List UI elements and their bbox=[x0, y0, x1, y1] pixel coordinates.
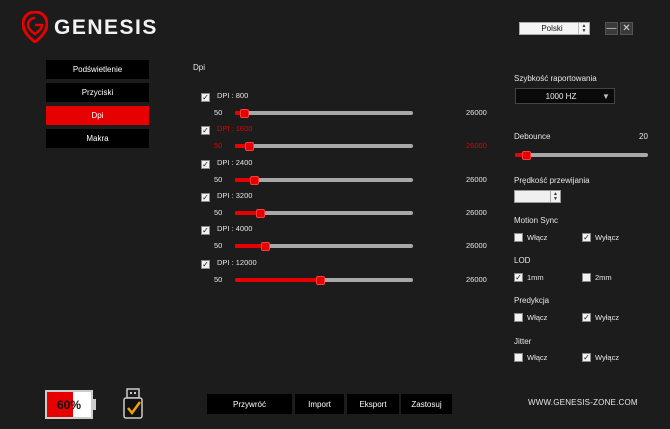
dpi-max-value: 26000 bbox=[466, 208, 487, 217]
dpi-slider-thumb[interactable] bbox=[250, 176, 259, 185]
battery-tip bbox=[93, 399, 96, 410]
report-rate-value: 1000 HZ bbox=[545, 91, 577, 101]
jitter-option-on[interactable]: Włącz bbox=[514, 353, 547, 362]
motion-sync-option-off[interactable]: ✓ Wyłącz bbox=[582, 233, 619, 242]
spin-arrows-icon[interactable]: ▲ ▼ bbox=[550, 191, 560, 202]
nav-item-dpi[interactable]: Dpi bbox=[46, 106, 149, 125]
dpi-slider-thumb[interactable] bbox=[261, 242, 270, 251]
dpi-slider-thumb[interactable] bbox=[240, 109, 249, 118]
checkbox[interactable]: ✓ bbox=[582, 233, 591, 242]
checkbox[interactable]: ✓ bbox=[582, 313, 591, 322]
dpi-min-value: 50 bbox=[214, 208, 223, 217]
import-button[interactable]: Import bbox=[295, 394, 344, 414]
dpi-min-value: 50 bbox=[214, 241, 223, 250]
dpi-min-value: 50 bbox=[214, 108, 223, 117]
motion-sync-option-on[interactable]: Włącz bbox=[514, 233, 547, 242]
dpi-max-value: 26000 bbox=[466, 175, 487, 184]
option-label: Włącz bbox=[527, 313, 548, 322]
dpi-checkbox[interactable]: ✓ bbox=[201, 260, 210, 269]
checkbox[interactable] bbox=[514, 233, 523, 242]
close-button[interactable]: ✕ bbox=[620, 22, 633, 35]
motion-sync-label: Motion Sync bbox=[514, 216, 559, 225]
dpi-label: DPI : 12000 bbox=[217, 258, 257, 267]
export-button[interactable]: Eksport bbox=[347, 394, 399, 414]
dpi-label: DPI : 1600 bbox=[217, 124, 253, 133]
dpi-checkbox[interactable]: ✓ bbox=[201, 226, 210, 235]
checkbox[interactable] bbox=[514, 353, 523, 362]
dpi-max-value: 26000 bbox=[466, 108, 487, 117]
nav-item-buttons[interactable]: Przyciski bbox=[46, 83, 149, 102]
dpi-slider-track[interactable] bbox=[235, 178, 413, 182]
dpi-label: DPI : 800 bbox=[217, 91, 249, 100]
dpi-min-value: 50 bbox=[214, 175, 223, 184]
prediction-option-off[interactable]: ✓ Wyłącz bbox=[582, 313, 619, 322]
minimize-button[interactable]: — bbox=[605, 22, 618, 35]
dpi-slider-fill bbox=[235, 178, 251, 182]
prediction-label: Predykcja bbox=[514, 296, 550, 305]
report-rate-label: Szybkość raportowania bbox=[514, 74, 597, 83]
dpi-label: DPI : 4000 bbox=[217, 224, 253, 233]
brand-name: GENESIS bbox=[54, 16, 158, 39]
dpi-max-value: 26000 bbox=[466, 141, 487, 150]
lod-option-2mm[interactable]: 2mm bbox=[582, 273, 612, 282]
jitter-option-off[interactable]: ✓ Wyłącz bbox=[582, 353, 619, 362]
report-rate-dropdown[interactable]: 1000 HZ ▼ bbox=[515, 88, 615, 104]
genesis-logo-icon bbox=[22, 11, 48, 43]
apply-button[interactable]: Zastosuj bbox=[401, 394, 452, 414]
debounce-slider-thumb[interactable] bbox=[522, 151, 531, 160]
debounce-slider-track[interactable] bbox=[515, 153, 648, 157]
option-label: 2mm bbox=[595, 273, 612, 282]
battery-percentage: 60% bbox=[56, 398, 82, 412]
nav-item-macros[interactable]: Makra bbox=[46, 129, 149, 148]
checkbox[interactable]: ✓ bbox=[514, 273, 523, 282]
dpi-slider-track[interactable] bbox=[235, 144, 413, 148]
dpi-slider-thumb[interactable] bbox=[245, 142, 254, 151]
option-label: 1mm bbox=[527, 273, 544, 282]
language-select[interactable]: Polski ▲ ▼ bbox=[519, 22, 590, 35]
checkbox[interactable] bbox=[582, 273, 591, 282]
dpi-label: DPI : 2400 bbox=[217, 158, 253, 167]
dpi-checkbox[interactable]: ✓ bbox=[201, 193, 210, 202]
dpi-slider-track[interactable] bbox=[235, 111, 413, 115]
option-label: Wyłącz bbox=[595, 353, 620, 362]
dpi-min-value: 50 bbox=[214, 275, 223, 284]
option-label: Wyłącz bbox=[595, 233, 620, 242]
language-value: Polski bbox=[541, 24, 563, 33]
restore-button[interactable]: Przywróć bbox=[207, 394, 292, 414]
dpi-slider-fill bbox=[235, 278, 317, 282]
scroll-speed-label: Prędkość przewijania bbox=[514, 176, 590, 185]
dpi-checkbox[interactable]: ✓ bbox=[201, 93, 210, 102]
nav-item-lighting[interactable]: Podświetlenie bbox=[46, 60, 149, 79]
option-label: Włącz bbox=[527, 353, 548, 362]
lod-option-1mm[interactable]: ✓ 1mm bbox=[514, 273, 544, 282]
option-label: Włącz bbox=[527, 233, 548, 242]
spin-arrows-icon: ▲ ▼ bbox=[578, 23, 589, 34]
jitter-label: Jitter bbox=[514, 337, 532, 346]
prediction-option-on[interactable]: Włącz bbox=[514, 313, 547, 322]
dpi-checkbox[interactable]: ✓ bbox=[201, 160, 210, 169]
section-title: Dpi bbox=[193, 63, 206, 72]
dpi-max-value: 26000 bbox=[466, 241, 487, 250]
debounce-value: 20 bbox=[639, 132, 648, 141]
lod-label: LOD bbox=[514, 256, 531, 265]
website-link[interactable]: WWW.GENESIS-ZONE.COM bbox=[528, 398, 638, 407]
dpi-checkbox[interactable]: ✓ bbox=[201, 126, 210, 135]
usb-dongle-icon bbox=[123, 388, 143, 419]
checkbox[interactable]: ✓ bbox=[582, 353, 591, 362]
option-label: Wyłącz bbox=[595, 313, 620, 322]
dpi-max-value: 26000 bbox=[466, 275, 487, 284]
scroll-speed-field[interactable] bbox=[515, 191, 550, 202]
checkbox[interactable] bbox=[514, 313, 523, 322]
dropdown-arrow-icon: ▼ bbox=[602, 91, 610, 101]
dpi-slider-thumb[interactable] bbox=[256, 209, 265, 218]
scroll-speed-spinbox[interactable]: ▲ ▼ bbox=[514, 190, 561, 203]
dpi-min-value: 50 bbox=[214, 141, 223, 150]
debounce-label: Debounce bbox=[514, 132, 551, 141]
dpi-label: DPI : 3200 bbox=[217, 191, 253, 200]
dpi-slider-fill bbox=[235, 244, 262, 248]
dpi-slider-thumb[interactable] bbox=[316, 276, 325, 285]
dpi-slider-fill bbox=[235, 211, 257, 215]
